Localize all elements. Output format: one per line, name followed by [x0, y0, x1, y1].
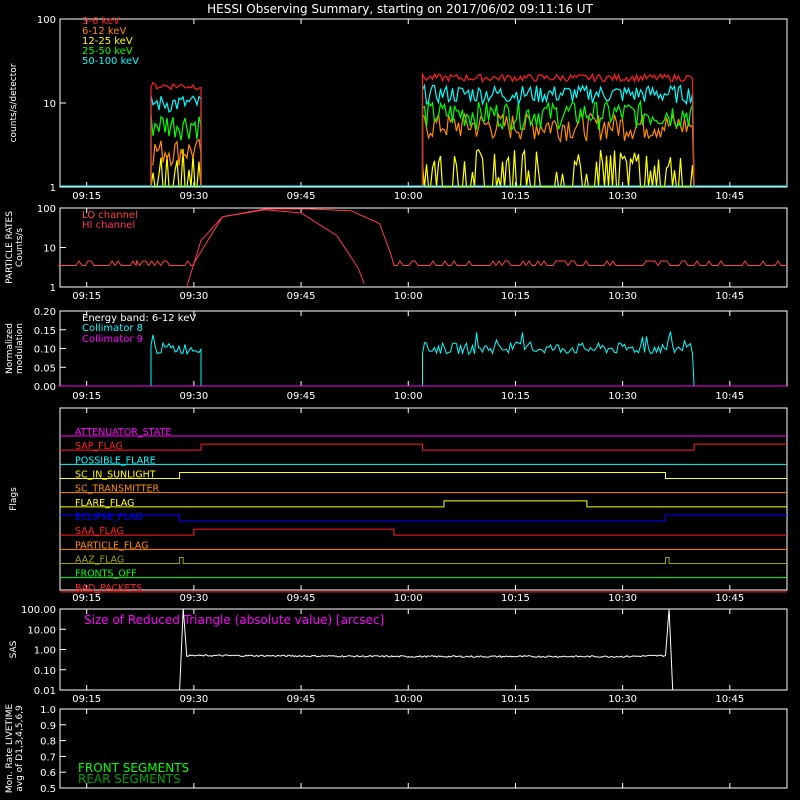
- flag-line: [60, 443, 787, 451]
- lightcurve-ytick-label: 100: [37, 15, 56, 26]
- flag-label: PARTICLE_FLAG: [75, 540, 148, 551]
- lightcurve-frame: [59, 18, 788, 188]
- sas-xtick-label: 10:00: [394, 694, 423, 705]
- flags-xtick-label: 09:15: [72, 593, 101, 604]
- flag-label: FRONTS_OFF: [75, 569, 137, 580]
- flag-label: FLARE_FLAG: [75, 498, 135, 509]
- sas-ytick-label: 100.00: [21, 605, 56, 616]
- chart-title: HESSI Observing Summary, starting on 201…: [207, 2, 593, 16]
- livetime-legend-entry: REAR SEGMENTS: [78, 772, 181, 786]
- sas-ytick-label: 1.00: [34, 646, 56, 657]
- flag-label: ECLIPSE_FLAG: [75, 512, 143, 523]
- flags-xtick-label: 10:30: [608, 593, 637, 604]
- lightcurve-xtick-label: 09:15: [72, 191, 101, 202]
- particle_rates-ylabel: Counts/s: [15, 228, 25, 267]
- sas-xtick-label: 09:30: [179, 694, 208, 705]
- particle_rates-ylabel: PARTICLE RATES: [5, 211, 15, 284]
- sas-xtick-label: 10:30: [608, 694, 637, 705]
- flags-xtick-label: 10:00: [394, 593, 423, 604]
- modulation-ylabel: Normalized: [5, 323, 15, 374]
- particle_rates-xtick-label: 09:30: [179, 291, 208, 302]
- lightcurve-legend-entry: 50-100 keV: [82, 56, 139, 67]
- lightcurve-xtick-label: 10:30: [608, 191, 637, 202]
- flag-label: SAP_FLAG: [75, 441, 123, 452]
- livetime-ytick-label: 0.7: [40, 752, 56, 763]
- livetime-ytick-label: 1.0: [40, 705, 56, 716]
- lightcurve-xtick-label: 10:15: [501, 191, 530, 202]
- modulation-legend-entry: Collimator 8: [82, 323, 143, 334]
- sas-xtick-label: 09:45: [287, 694, 316, 705]
- sas-xtick-label: 10:15: [501, 694, 530, 705]
- modulation-ytick-label: 0.10: [34, 345, 56, 356]
- sas-ytick-label: 0.10: [34, 666, 56, 677]
- flags-ylabel: Flags: [9, 487, 19, 511]
- modulation-xtick-label: 09:30: [179, 391, 208, 402]
- particle_rates-ytick-label: 10: [43, 244, 56, 255]
- flag-label: AAZ_FLAG: [75, 555, 124, 566]
- flag-line: [60, 472, 787, 479]
- flag-line: [60, 500, 787, 508]
- particle-series-line: [186, 209, 365, 288]
- sas-ytick-label: 10.00: [27, 625, 56, 636]
- livetime-ytick-label: 0.5: [40, 784, 56, 795]
- particle_rates-xtick-label: 10:15: [501, 291, 530, 302]
- flag-label: ATTENUATOR_STATE: [75, 427, 171, 438]
- lightcurve-xtick-label: 09:45: [287, 191, 316, 202]
- sas-xtick-label: 09:15: [72, 694, 101, 705]
- flag-line: [60, 557, 787, 564]
- particle_rates-xtick-label: 10:30: [608, 291, 637, 302]
- particle_rates-ytick-label: 100: [37, 204, 56, 215]
- modulation-xtick-label: 10:45: [715, 391, 744, 402]
- flag-line: [60, 514, 787, 522]
- particle-series-line: [58, 208, 787, 267]
- livetime-ylabel: avg of D1,3,4,5,6,9: [15, 705, 25, 792]
- flags-xtick-label: 09:45: [287, 593, 316, 604]
- particle-legend-entry: HI channel: [82, 220, 135, 231]
- modulation-ytick-label: 0.05: [34, 363, 56, 374]
- modulation-legend-entry: Collimator 9: [82, 334, 143, 345]
- particle_rates-xtick-label: 10:00: [394, 291, 423, 302]
- livetime-ylabel: Mon. Rate LIVETIME: [5, 704, 15, 794]
- flag-label: BAD_PACKETS: [75, 583, 142, 594]
- flag-line: [60, 528, 787, 536]
- flag-label: SC_TRANSMITTER: [75, 484, 160, 495]
- flags-xtick-label: 10:15: [501, 593, 530, 604]
- modulation-xtick-label: 10:00: [394, 391, 423, 402]
- sas-xtick-label: 10:45: [715, 694, 744, 705]
- modulation-xtick-label: 09:45: [287, 391, 316, 402]
- lightcurve-ytick-label: 1: [50, 183, 56, 194]
- modulation-ylabel: modulation: [15, 323, 25, 374]
- lightcurve-xtick-label: 10:45: [715, 191, 744, 202]
- sas-ytick-label: 0.01: [34, 686, 56, 697]
- lightcurve-xtick-label: 10:00: [394, 191, 423, 202]
- livetime-ytick-label: 0.8: [40, 737, 56, 748]
- flag-label: SC_IN_SUNLIGHT: [75, 470, 156, 481]
- particle_rates-xtick-label: 09:15: [72, 291, 101, 302]
- modulation-xtick-label: 09:15: [72, 391, 101, 402]
- modulation-series-line: [150, 331, 695, 387]
- hessi-summary-chart: HESSI Observing Summary, starting on 201…: [5, 2, 788, 795]
- particle_rates-ytick-label: 1: [50, 283, 56, 294]
- particle_rates-xtick-label: 10:45: [715, 291, 744, 302]
- modulation-ytick-label: 0.15: [34, 326, 56, 337]
- modulation-xtick-label: 10:30: [608, 391, 637, 402]
- lightcurve-ytick-label: 10: [43, 99, 56, 110]
- sas-ylabel: SAS: [9, 640, 19, 658]
- livetime-ytick-label: 0.6: [40, 768, 56, 779]
- particle_rates-xtick-label: 09:45: [287, 291, 316, 302]
- sas-annotation: Size of Reduced Triangle (absolute value…: [84, 613, 384, 627]
- flag-label: POSSIBLE_FLARE: [75, 455, 156, 466]
- lightcurve-xtick-label: 09:30: [179, 191, 208, 202]
- particle_rates-frame: [59, 207, 788, 288]
- modulation-ytick-label: 0.20: [34, 307, 56, 318]
- livetime-ytick-label: 0.9: [40, 721, 56, 732]
- flags-xtick-label: 10:45: [715, 593, 744, 604]
- flags-xtick-label: 09:30: [179, 593, 208, 604]
- lightcurve-legend-entry: 6-12 keV: [82, 26, 126, 37]
- modulation-ytick-label: 0.00: [34, 382, 56, 393]
- modulation-xtick-label: 10:15: [501, 391, 530, 402]
- lightcurve-ylabel: counts/s/detector: [9, 63, 19, 142]
- flag-label: SAA_FLAG: [75, 526, 124, 537]
- lightcurve-legend-entry: 3-6 keV: [82, 16, 120, 27]
